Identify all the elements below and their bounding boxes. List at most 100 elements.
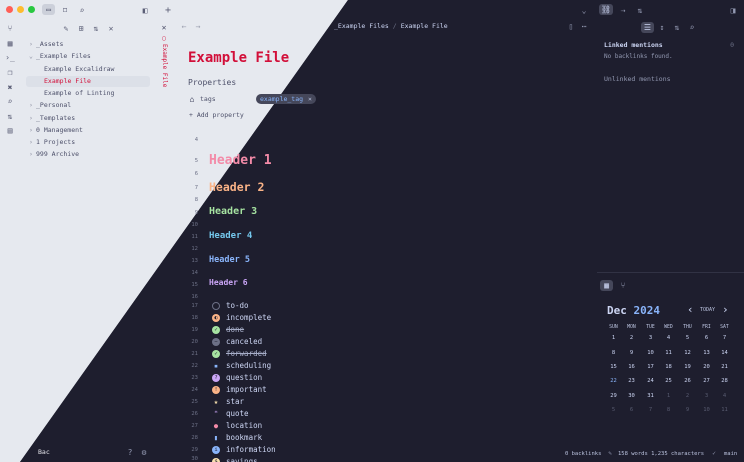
sort-order-icon[interactable]: ⇅: [91, 23, 101, 33]
calendar-day[interactable]: 25: [659, 378, 678, 384]
calendar-day[interactable]: 5: [604, 407, 623, 413]
backlinks-tab-icon[interactable]: ⛓: [599, 4, 613, 15]
task-item[interactable]: ✓ forwarded: [212, 348, 267, 359]
calendar-day[interactable]: 26: [678, 378, 697, 384]
forward-arrow-icon[interactable]: →: [193, 21, 203, 31]
forward-circle-icon[interactable]: ✓: [212, 349, 220, 358]
header-4[interactable]: Header 4: [209, 231, 252, 241]
calendar-day[interactable]: 16: [622, 364, 641, 370]
exclamation-icon[interactable]: !: [212, 385, 220, 394]
calendar-day[interactable]: 19: [678, 364, 697, 370]
calendar-day[interactable]: 17: [641, 364, 660, 370]
tools-icon[interactable]: ✖: [5, 82, 15, 92]
tree-file-example-excalidraw[interactable]: Example Excalidraw: [26, 64, 150, 75]
calendar-day[interactable]: 7: [641, 407, 660, 413]
calendar-day[interactable]: 2: [678, 393, 697, 399]
tree-file-example-of-linting[interactable]: Example of Linting: [26, 88, 150, 99]
star-icon[interactable]: ★: [212, 398, 220, 406]
calendar-small-icon[interactable]: ▪: [212, 362, 220, 370]
collapse-results-icon[interactable]: ↕: [657, 22, 667, 32]
git-tab-icon[interactable]: ⑂: [618, 280, 628, 290]
settings-gear-icon[interactable]: ⚙: [139, 447, 149, 457]
calendar-day[interactable]: 28: [715, 378, 734, 384]
vault-name[interactable]: Bac: [38, 448, 50, 456]
calendar-day[interactable]: 13: [697, 350, 716, 356]
calendar-day[interactable]: 1: [604, 335, 623, 341]
calendar-day[interactable]: 3: [697, 393, 716, 399]
search-icon[interactable]: ⌕: [5, 96, 15, 106]
calendar-day[interactable]: 9: [678, 407, 697, 413]
bookmark-tab-icon[interactable]: ⌑: [60, 5, 70, 15]
calendar-prev-button[interactable]: ‹: [687, 303, 694, 316]
property-name-tags[interactable]: tags: [200, 95, 216, 103]
calendar-day[interactable]: 6: [697, 335, 716, 341]
calendar-day[interactable]: 24: [641, 378, 660, 384]
header-5[interactable]: Header 5: [209, 255, 250, 265]
more-options-icon[interactable]: ⋯: [579, 21, 589, 31]
close-tab-icon[interactable]: ✕: [159, 22, 169, 32]
dropdown-chevron-icon[interactable]: ⌄: [579, 5, 589, 15]
calendar-day[interactable]: 8: [659, 407, 678, 413]
task-item[interactable]: ▮ bookmark: [212, 432, 262, 443]
tree-folder-management[interactable]: › 0 Management: [26, 125, 150, 136]
quote-icon[interactable]: ❝: [212, 410, 220, 418]
calendar-day[interactable]: 4: [659, 335, 678, 341]
task-item[interactable]: ✓ done: [212, 324, 244, 335]
status-backlinks[interactable]: 0 backlinks: [565, 451, 601, 457]
calendar-day[interactable]: 14: [715, 350, 734, 356]
calendar-day[interactable]: 21: [715, 364, 734, 370]
info-icon[interactable]: i: [212, 445, 220, 454]
calendar-day[interactable]: 10: [641, 350, 660, 356]
copy-icon[interactable]: ❐: [5, 67, 15, 77]
calendar-day[interactable]: 7: [715, 335, 734, 341]
tree-folder-archive[interactable]: › 999 Archive: [26, 149, 150, 160]
calendar-day[interactable]: 11: [659, 350, 678, 356]
task-item[interactable]: to-do: [212, 300, 249, 311]
sync-check-icon[interactable]: ✓: [709, 448, 719, 458]
question-icon[interactable]: ?: [212, 373, 220, 382]
task-item[interactable]: ★ star: [212, 396, 244, 407]
calendar-day[interactable]: 23: [622, 378, 641, 384]
help-icon[interactable]: ?: [125, 447, 135, 457]
collapse-all-icon[interactable]: ✕: [106, 23, 116, 33]
new-folder-icon[interactable]: ⊞: [76, 23, 86, 33]
calendar-day[interactable]: 30: [622, 393, 641, 399]
status-word-count[interactable]: 158 words 1,235 characters: [618, 451, 704, 457]
calendar-day[interactable]: 4: [715, 393, 734, 399]
minimize-window-button[interactable]: [17, 6, 24, 13]
new-note-icon[interactable]: ✎: [61, 23, 71, 33]
task-item[interactable]: ? question: [212, 372, 262, 383]
calendar-next-button[interactable]: ›: [722, 303, 729, 316]
calendar-day[interactable]: 8: [604, 350, 623, 356]
calendar-day[interactable]: 9: [622, 350, 641, 356]
calendar-today-button[interactable]: TODAY: [700, 307, 715, 313]
savings-icon[interactable]: $: [212, 457, 220, 462]
note-title[interactable]: Example File: [188, 50, 289, 66]
calendar-day[interactable]: 22: [604, 378, 623, 384]
list-view-icon[interactable]: ☰: [641, 22, 654, 33]
circle-empty-icon[interactable]: [212, 301, 220, 310]
vertical-tab-title[interactable]: Example File: [161, 44, 168, 87]
linked-mentions-header[interactable]: Linked mentions 0: [604, 41, 736, 49]
calendar-day[interactable]: 15: [604, 364, 623, 370]
calendar-day[interactable]: 27: [697, 378, 716, 384]
calendar-day[interactable]: 6: [622, 407, 641, 413]
tree-folder-personal[interactable]: › _Personal: [26, 100, 150, 111]
task-item[interactable]: i information: [212, 444, 276, 455]
header-6[interactable]: Header 6: [209, 278, 248, 287]
sort-backlinks-icon[interactable]: ⇅: [672, 22, 682, 32]
add-property-button[interactable]: + Add property: [189, 111, 244, 119]
new-tab-icon[interactable]: +: [163, 5, 173, 16]
calendar-day[interactable]: 31: [641, 393, 660, 399]
header-2[interactable]: Header 2: [209, 180, 264, 194]
terminal-icon[interactable]: ›_: [5, 52, 15, 62]
task-item[interactable]: ❝ quote: [212, 408, 249, 419]
calendar-day[interactable]: 20: [697, 364, 716, 370]
calendar-day[interactable]: 5: [678, 335, 697, 341]
cancel-circle-icon[interactable]: −: [212, 337, 220, 346]
header-1[interactable]: Header 1: [209, 153, 272, 168]
template-icon[interactable]: ▤: [5, 125, 15, 135]
canvas-icon[interactable]: ▦: [5, 38, 15, 48]
reading-view-icon[interactable]: ▯: [566, 21, 576, 31]
calendar-title[interactable]: Dec 2024: [607, 304, 660, 317]
